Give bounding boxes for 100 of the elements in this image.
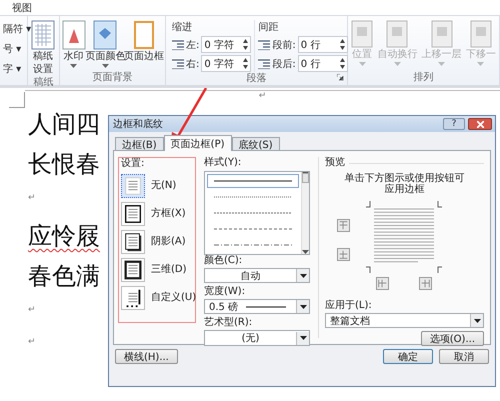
caret-icon bbox=[300, 304, 306, 308]
indent-icon bbox=[172, 58, 184, 68]
paint-page-icon bbox=[93, 20, 118, 50]
options-button[interactable]: 选项(O)... bbox=[420, 331, 484, 346]
border-toggle-icon[interactable] bbox=[337, 219, 350, 232]
setting-label: 设置: bbox=[121, 158, 146, 170]
horizontal-line-button[interactable]: 横线(H)... bbox=[115, 349, 178, 364]
spin-field[interactable]: 0 行 bbox=[298, 36, 348, 53]
dialog-title: 边框和底纹 bbox=[113, 118, 164, 131]
group-label: 段落 bbox=[246, 72, 268, 86]
dialog-launcher-icon[interactable] bbox=[337, 74, 344, 81]
preview-hint: 单击下方图示或使用按钮可 应用边框 bbox=[344, 173, 466, 195]
group-label: 排列 bbox=[412, 71, 434, 85]
indent-icon bbox=[172, 40, 184, 50]
page-icon bbox=[386, 20, 408, 48]
color-label: 颜色(C): bbox=[204, 255, 244, 267]
caret-icon bbox=[358, 62, 366, 66]
line-sample-icon bbox=[214, 212, 292, 214]
caret-icon bbox=[394, 62, 401, 66]
border-toggle-icon[interactable] bbox=[376, 277, 389, 290]
ribbon-button[interactable]: 水印 bbox=[63, 20, 84, 68]
page-border-icon bbox=[133, 20, 156, 50]
paragraph-mark: ↵ bbox=[28, 305, 36, 317]
style-list[interactable] bbox=[204, 171, 310, 255]
line-sample-icon bbox=[214, 180, 292, 182]
section-title: 缩进 bbox=[172, 20, 193, 34]
line-sample-icon bbox=[214, 196, 292, 198]
style-label: 样式(Y): bbox=[204, 157, 242, 169]
spinner-arrows-icon bbox=[340, 58, 345, 69]
page-icon bbox=[351, 20, 373, 48]
dialog-tab[interactable]: 边框(B) bbox=[115, 137, 164, 150]
line-sample-icon bbox=[214, 228, 292, 230]
setting-option[interactable]: 三维(D) bbox=[121, 258, 193, 282]
indent-icon bbox=[258, 58, 270, 68]
page-icon bbox=[430, 20, 453, 48]
ribbon-button[interactable]: 稿纸 设置 bbox=[31, 20, 55, 76]
apply-to-dropdown[interactable]: 整篇文档 bbox=[325, 313, 484, 328]
setting-option[interactable]: 阴影(A) bbox=[121, 230, 193, 254]
spin-field[interactable]: 0 行 bbox=[298, 55, 348, 72]
group-label: 页面背景 bbox=[92, 71, 134, 85]
scrollbar-thumb[interactable] bbox=[302, 173, 309, 183]
art-dropdown[interactable]: (无) bbox=[204, 330, 310, 346]
setting-option[interactable]: 方框(X) bbox=[121, 202, 193, 226]
section-title: 间距 bbox=[258, 21, 280, 34]
cancel-button[interactable]: 取消 bbox=[439, 349, 489, 364]
page-icon bbox=[470, 20, 492, 48]
apply-to-label: 应用于(L): bbox=[325, 300, 373, 312]
width-dropdown[interactable]: 0.5 磅 bbox=[204, 299, 310, 314]
caret-icon bbox=[438, 62, 446, 66]
close-icon bbox=[476, 120, 484, 128]
help-button[interactable]: ? bbox=[443, 118, 465, 130]
spin-field[interactable]: 0 字符 bbox=[201, 55, 252, 72]
caret-icon bbox=[477, 62, 484, 66]
ribbon-button[interactable]: 页面边框 bbox=[126, 20, 162, 63]
setting-option[interactable]: 无(N) bbox=[121, 174, 193, 198]
dialog-tab[interactable]: 底纹(S) bbox=[232, 137, 280, 150]
scrollbar[interactable] bbox=[301, 172, 309, 254]
caret-icon bbox=[302, 250, 309, 254]
ribbon-menu-item[interactable]: 号 ▾ bbox=[3, 42, 32, 56]
ribbon-menu-item[interactable]: 字 ▾ bbox=[3, 62, 32, 76]
ribbon-button[interactable]: 页面颜色 bbox=[87, 20, 124, 68]
setting-option[interactable]: 自定义(U) bbox=[121, 286, 193, 310]
line-sample-icon bbox=[246, 306, 286, 308]
grid-page-icon bbox=[31, 20, 55, 50]
field-label: 左: bbox=[186, 38, 200, 52]
page-corner-mark bbox=[9, 92, 25, 108]
paragraph-mark: ↵ bbox=[28, 337, 36, 349]
document-text: 人间四 bbox=[28, 109, 100, 140]
line-sample-icon bbox=[214, 244, 292, 246]
ok-button[interactable]: 确定 bbox=[383, 349, 433, 364]
spin-field[interactable]: 0 字符 bbox=[201, 36, 252, 53]
document-text: 应怜屐 bbox=[28, 221, 100, 252]
line-style-option[interactable] bbox=[207, 174, 299, 188]
field-label: 段后: bbox=[272, 58, 296, 70]
spinner-arrows-icon bbox=[340, 39, 345, 50]
triangle-page-icon bbox=[62, 20, 86, 50]
dialog-tab[interactable]: 页面边框(P) bbox=[164, 135, 232, 151]
spinner-arrows-icon bbox=[243, 58, 248, 69]
paragraph-mark: ↵ bbox=[258, 91, 266, 103]
caret-icon bbox=[300, 274, 306, 278]
paragraph-mark: ↵ bbox=[28, 193, 36, 205]
caret-icon bbox=[474, 318, 480, 322]
border-toggle-icon[interactable] bbox=[419, 277, 432, 290]
width-label: 宽度(W): bbox=[204, 286, 246, 298]
field-label: 段前: bbox=[272, 38, 296, 52]
group-label: 稿纸 bbox=[32, 76, 54, 90]
field-label: 右: bbox=[186, 58, 200, 70]
art-label: 艺术型(R): bbox=[204, 317, 254, 329]
document-text: 长恨春 bbox=[28, 149, 100, 180]
indent-icon bbox=[258, 40, 270, 50]
border-toggle-icon[interactable] bbox=[337, 248, 350, 261]
close-button[interactable] bbox=[468, 118, 492, 130]
color-dropdown[interactable]: 自动 bbox=[204, 268, 310, 283]
document-text: 春色满 bbox=[28, 261, 100, 292]
caret-icon bbox=[102, 64, 109, 68]
spinner-arrows-icon bbox=[243, 39, 248, 50]
ribbon-tab[interactable]: 视图 bbox=[12, 0, 32, 14]
preview-label: 预览 bbox=[325, 157, 345, 169]
ribbon-menu-item[interactable]: 隔符 ▾ bbox=[3, 22, 32, 36]
caret-icon bbox=[300, 336, 306, 340]
